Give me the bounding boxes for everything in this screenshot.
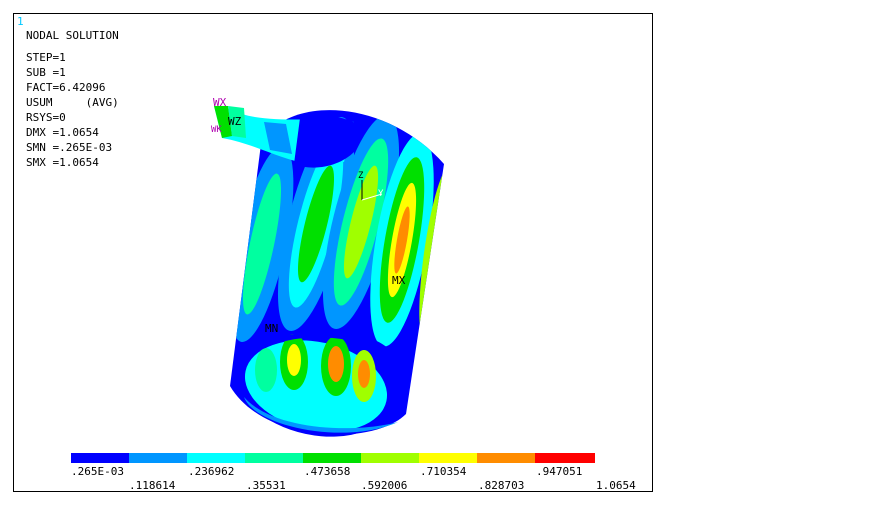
legend-label: .118614 (129, 479, 176, 492)
legend-label: .35531 (246, 479, 286, 492)
legend-band (187, 453, 245, 463)
legend-band (477, 453, 535, 463)
legend-label: .710354 (420, 465, 467, 478)
legend-label: .265E-03 (71, 465, 124, 478)
model-view[interactable]: MX MN WX WZ WK Z Y (14, 14, 652, 491)
legend-band (361, 453, 419, 463)
legend-band (129, 453, 187, 463)
mx-marker: MX (392, 274, 406, 287)
legend-label: 1.0654 (596, 479, 636, 492)
legend-label: .828703 (478, 479, 525, 492)
wk-marker: WK (211, 125, 222, 135)
legend-band (303, 453, 361, 463)
wx-marker: WX (213, 96, 227, 109)
wz-marker: WZ (228, 115, 242, 128)
legend-band (71, 453, 129, 463)
legend-band (419, 453, 477, 463)
legend-band (245, 453, 303, 463)
legend-label: .236962 (188, 465, 235, 478)
z-axis-label: Z (358, 171, 364, 181)
legend-label: .473658 (304, 465, 351, 478)
legend-band (535, 453, 595, 463)
legend-label: .947051 (536, 465, 583, 478)
graphics-window[interactable]: 1 NODAL SOLUTION STEP=1 SUB =1 FACT=6.42… (13, 13, 653, 492)
legend-label: .592006 (361, 479, 408, 492)
mn-marker: MN (265, 322, 278, 335)
